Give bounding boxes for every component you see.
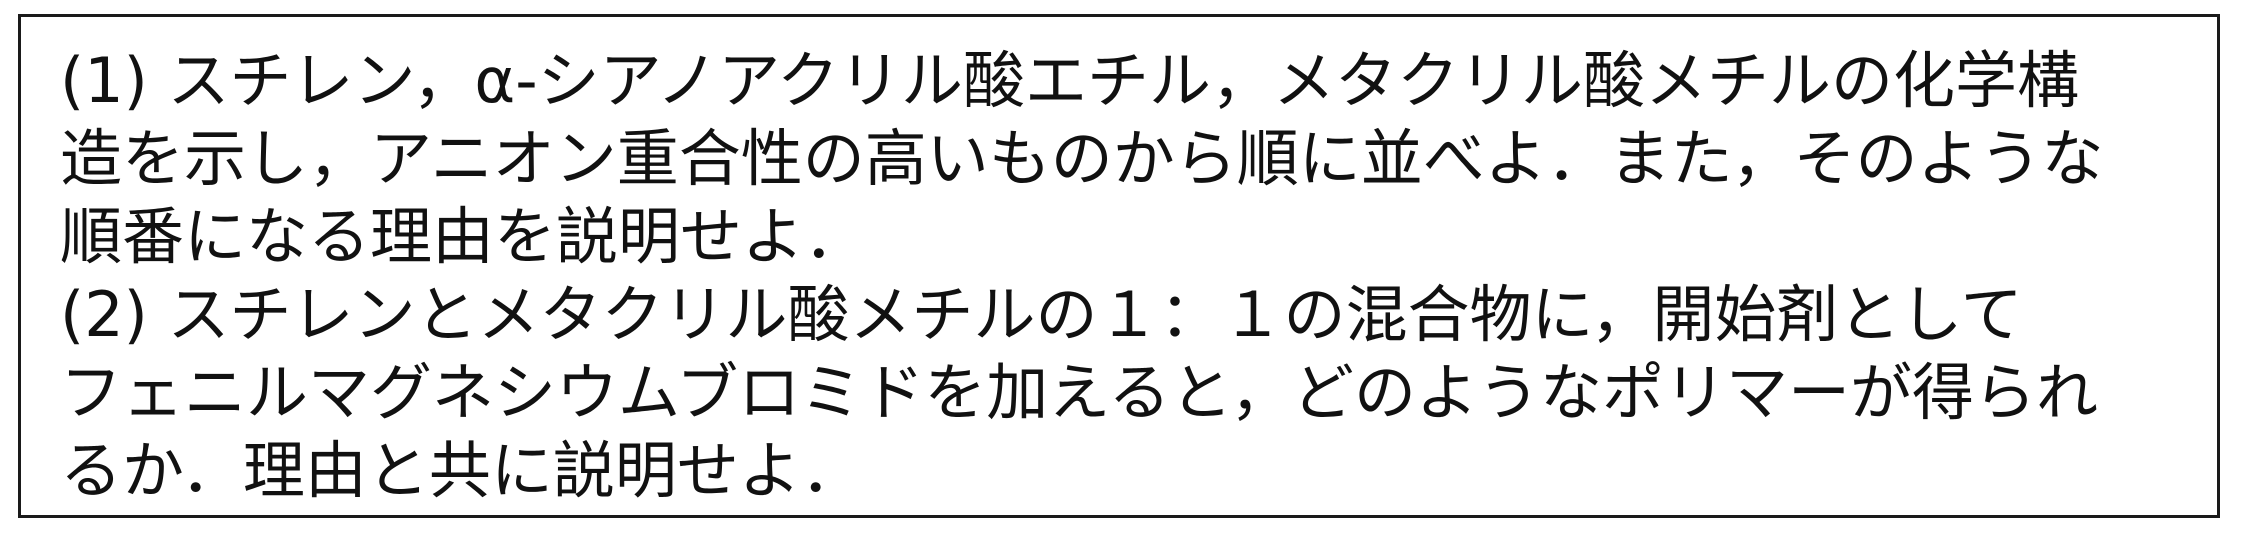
question-1-line-3: 順番になる理由を説明せよ．	[60, 200, 867, 273]
question-1-line-2: 造を示し，アニオン重合性の高いものから順に並べよ．また，そのような	[60, 122, 2104, 195]
question-2-line-1: (2) スチレンとメタクリル酸メチルの１：１の混合物に，開始剤として	[60, 278, 2023, 351]
question-2-line-2: フェニルマグネシウムブロミドを加えると，どのようなポリマーが得られ	[60, 356, 2098, 429]
question-2-line-3: るか．理由と共に説明せよ．	[60, 434, 863, 507]
question-text: (1) スチレン，α-シアノアクリル酸エチル，メタクリル酸メチルの化学構 造を示…	[60, 42, 2200, 510]
question-1-line-1: (1) スチレン，α-シアノアクリル酸エチル，メタクリル酸メチルの化学構	[60, 44, 2079, 117]
